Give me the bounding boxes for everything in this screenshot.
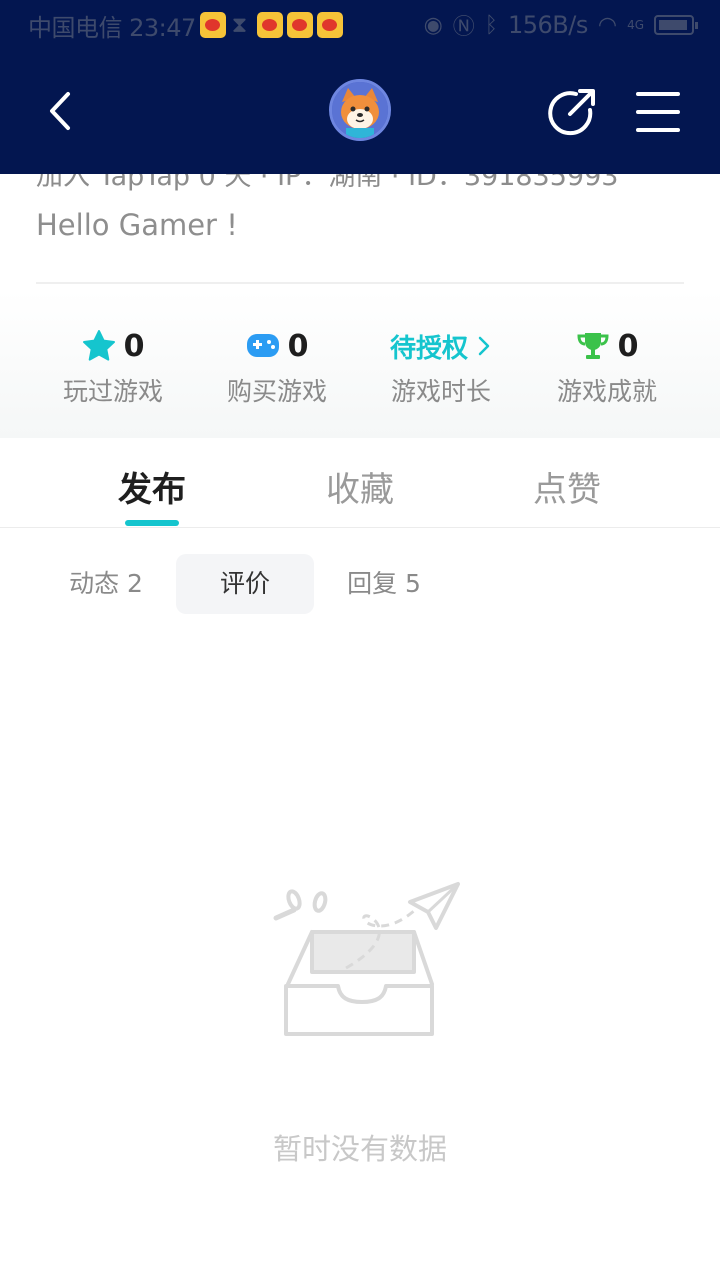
star-icon [82, 330, 115, 361]
weibo-notification-icon [287, 12, 314, 38]
sub-tabs: 动态 2 评价 回复 5 [0, 554, 720, 614]
tab-likes[interactable]: 点赞 [497, 462, 637, 511]
stat-value: 0 [617, 328, 639, 364]
profile-bio: Hello Gamer ! [36, 208, 238, 242]
avatar[interactable] [329, 79, 391, 141]
bluetooth-icon: ᛒ [484, 12, 498, 38]
weibo-notification-icon [317, 12, 344, 38]
empty-inbox-icon [273, 882, 460, 1036]
stat-played-games[interactable]: 0 玩过游戏 [33, 326, 193, 407]
stat-label: 玩过游戏 [62, 377, 163, 406]
stat-label: 游戏成就 [556, 377, 657, 406]
stat-label: 购买游戏 [226, 377, 327, 406]
stat-value: 0 [123, 328, 145, 364]
stat-playtime[interactable]: 待授权 游戏时长 [361, 326, 521, 407]
weibo-notification-icon [199, 12, 226, 38]
wifi-icon: ◠ [597, 12, 618, 38]
top-header: 中国电信 23:47 ⧗ ◉ Ⓝ ᛒ 156B/s ◠ 4G [0, 0, 720, 174]
trophy-icon [577, 333, 609, 359]
subtab-moments[interactable]: 动态 2 [50, 554, 162, 614]
network-type: 4G [627, 18, 644, 32]
gamepad-icon [246, 334, 279, 357]
shiba-avatar-icon [332, 82, 388, 138]
status-bar: 中国电信 23:47 ⧗ ◉ Ⓝ ᛒ 156B/s ◠ 4G [0, 0, 720, 50]
chevron-right-icon [478, 336, 490, 356]
stat-pending-text: 待授权 [389, 333, 468, 364]
subtab-reviews[interactable]: 评价 [176, 554, 314, 614]
subtab-replies[interactable]: 回复 5 [328, 554, 440, 614]
stat-label: 游戏时长 [390, 377, 491, 406]
stat-bought-games[interactable]: 0 购买游戏 [197, 326, 357, 407]
profile-page: 加入 TapTap 0 天 · IP：湖南 · ID：391835993 Hel… [0, 0, 720, 1280]
stat-achievements[interactable]: 0 游戏成就 [527, 326, 687, 407]
weibo-notification-icon [257, 12, 284, 38]
eye-icon: ◉ [423, 12, 443, 38]
carrier-time: 中国电信 23:47 [28, 13, 196, 42]
stat-value: 0 [287, 328, 309, 364]
empty-message: 暂时没有数据 [272, 1132, 447, 1166]
app-bar [0, 50, 720, 174]
nfc-icon: Ⓝ [452, 15, 475, 40]
hourglass-icon: ⧗ [231, 12, 248, 38]
tab-favorites[interactable]: 收藏 [290, 462, 430, 511]
battery-icon [654, 15, 698, 35]
network-speed: 156B/s [507, 11, 588, 39]
share-icon[interactable] [546, 86, 598, 138]
menu-icon[interactable] [634, 88, 682, 136]
divider [36, 282, 684, 284]
back-arrow-icon[interactable] [36, 86, 86, 136]
content-tabs: 发布 收藏 点赞 [0, 440, 720, 528]
tab-indicator [125, 520, 179, 526]
tab-publish[interactable]: 发布 [82, 462, 222, 511]
